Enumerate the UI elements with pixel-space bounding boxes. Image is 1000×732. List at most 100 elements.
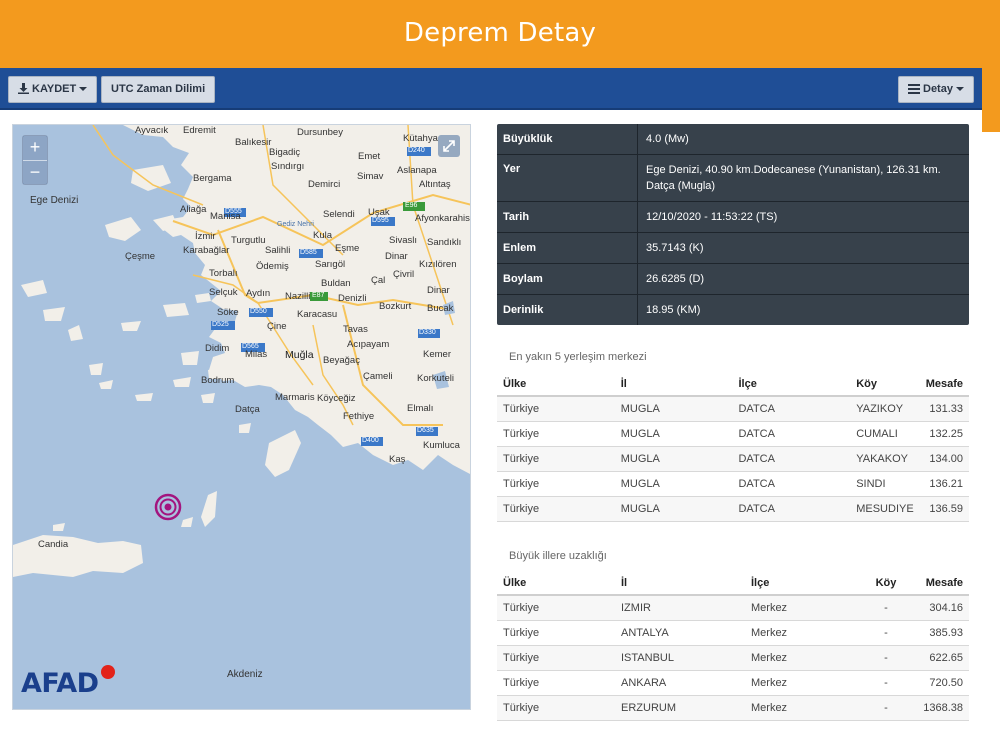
- map-label-city: Datça: [235, 404, 260, 415]
- cell-province: MUGLA: [614, 446, 733, 472]
- map-label-city: Çal: [371, 275, 386, 286]
- map-label-road: D555: [225, 208, 242, 215]
- cell-distance: 385.93: [905, 620, 969, 646]
- cell-distance: 131.33: [919, 396, 969, 422]
- map-label-city: Çeşme: [125, 251, 156, 262]
- map-label-city: Candia: [38, 539, 69, 550]
- cell-village: SINDI: [850, 471, 920, 497]
- afad-logo: AFAD: [21, 668, 99, 699]
- column-header: Ülke: [497, 571, 615, 596]
- cell-district: DATCA: [732, 446, 851, 472]
- column-header: Köy: [850, 372, 920, 397]
- cell-country: Türkiye: [497, 396, 615, 422]
- cell-province: MUGLA: [614, 496, 733, 522]
- cell-village: CUMALI: [850, 421, 920, 447]
- cell-province: MUGLA: [614, 471, 733, 497]
- detail-value: Ege Denizi, 40.90 km.Dodecanese (Yunanis…: [646, 164, 941, 192]
- zoom-out-button[interactable]: −: [23, 160, 47, 184]
- map-label-city: Denizli: [338, 293, 367, 304]
- earthquake-marker[interactable]: [154, 493, 182, 521]
- map-label-city: Sarıgöl: [315, 259, 346, 270]
- cell-district: DATCA: [732, 471, 851, 497]
- map-label-city: Elmalı: [407, 403, 434, 414]
- map-label-road: D595: [372, 217, 389, 224]
- map-label-city: Muğla: [285, 349, 314, 361]
- cell-district: Merkez: [745, 670, 867, 696]
- map-label-city: Turgutlu: [231, 235, 266, 246]
- map-label-city: Demirci: [308, 179, 341, 190]
- cell-village: -: [867, 670, 905, 696]
- cell-distance: 136.59: [919, 496, 969, 522]
- map-label-city: Selçuk: [209, 287, 238, 298]
- map-label-city: Çine: [267, 321, 287, 332]
- chevron-down-icon: [955, 87, 964, 92]
- map-label-city: Kula: [313, 230, 333, 241]
- map-label-road: D635: [417, 427, 434, 434]
- detail-key: Enlem: [497, 233, 638, 263]
- utc-timezone-label: UTC Zaman Dilimi: [111, 83, 206, 95]
- map-label-city: Aydın: [246, 288, 271, 299]
- table-row: Türkiye MUGLA DATCA YAZIKOY 131.33: [497, 396, 969, 422]
- save-button-label: KAYDET: [32, 83, 77, 95]
- detail-key: Tarih: [497, 202, 638, 232]
- cell-province: ANTALYA: [615, 620, 745, 646]
- column-header: Köy: [867, 571, 905, 596]
- detail-menu-label: Detay: [923, 83, 953, 95]
- major-cities-table: Ülke İl İlçe Köy Mesafe Türkiye IZMIR Me…: [497, 571, 969, 721]
- map-label-city: Emet: [358, 151, 381, 162]
- earthquake-map[interactable]: Ege Denizi Akdeniz Candia Ayvacık Edremi…: [12, 124, 471, 710]
- cell-country: Türkiye: [497, 620, 615, 646]
- table-row: Türkiye MUGLA DATCA MESUDIYE 136.59: [497, 496, 969, 522]
- zoom-in-button[interactable]: +: [23, 136, 47, 160]
- map-label-sea: Ege Denizi: [30, 195, 79, 206]
- cell-district: DATCA: [732, 496, 851, 522]
- cell-distance: 622.65: [905, 645, 969, 671]
- column-header: İl: [614, 372, 733, 397]
- table-header-row: Ülke İl İlçe Köy Mesafe: [497, 372, 969, 397]
- utc-timezone-button[interactable]: UTC Zaman Dilimi: [101, 76, 216, 103]
- table-row: Türkiye IZMIR Merkez - 304.16: [497, 595, 969, 621]
- detail-key: Derinlik: [497, 295, 638, 325]
- cell-village: -: [867, 620, 905, 646]
- table-row: Türkiye MUGLA DATCA SINDI 136.21: [497, 471, 969, 497]
- detail-row-date: Tarih 12/10/2020 - 11:53:22 (TS): [497, 202, 969, 233]
- cell-province: MUGLA: [614, 421, 733, 447]
- detail-value: 12/10/2020 - 11:53:22 (TS): [646, 211, 778, 223]
- cell-distance: 134.00: [919, 446, 969, 472]
- cell-district: Merkez: [745, 620, 867, 646]
- column-header: Mesafe: [905, 571, 969, 596]
- map-label-city: Bucak: [427, 303, 454, 314]
- map-label-river: Gediz Nehri: [277, 221, 314, 228]
- column-header: Ülke: [497, 372, 615, 397]
- menu-icon: [908, 84, 920, 94]
- map-label-city: Eşme: [335, 243, 360, 254]
- cell-distance: 720.50: [905, 670, 969, 696]
- map-label-city: Dinar: [427, 285, 450, 296]
- map-label-city: Selendi: [323, 209, 355, 220]
- table-row: Türkiye ERZURUM Merkez - 1368.38: [497, 695, 969, 721]
- fullscreen-button[interactable]: [438, 135, 460, 157]
- map-label-city: Köyceğiz: [317, 393, 356, 404]
- map-label-city: Bozkurt: [379, 301, 412, 312]
- detail-menu-button[interactable]: Detay: [898, 76, 974, 103]
- map-label-city: Bergama: [193, 173, 232, 184]
- cell-village: MESUDIYE: [850, 496, 920, 522]
- map-label-city: Bigadiç: [269, 147, 301, 158]
- map-label-city: Balıkesir: [235, 137, 272, 148]
- map-label-city: Sındırgı: [271, 161, 305, 172]
- cell-country: Türkiye: [497, 471, 615, 497]
- table-row: Türkiye ISTANBUL Merkez - 622.65: [497, 645, 969, 671]
- save-button[interactable]: KAYDET: [8, 76, 98, 103]
- detail-value: 18.95 (KM): [646, 304, 701, 316]
- map-base: [13, 125, 470, 577]
- cell-country: Türkiye: [497, 695, 615, 721]
- map-label-city: Dursunbey: [297, 127, 343, 138]
- cell-country: Türkiye: [497, 670, 615, 696]
- map-label-city: İzmir: [195, 231, 216, 242]
- map-label-city: Salihli: [265, 245, 291, 256]
- cell-district: Merkez: [745, 695, 867, 721]
- table-header-row: Ülke İl İlçe Köy Mesafe: [497, 571, 969, 596]
- map-label-city: Karabağlar: [183, 245, 230, 256]
- map-label-city: Didim: [205, 343, 230, 354]
- cell-district: DATCA: [732, 396, 851, 422]
